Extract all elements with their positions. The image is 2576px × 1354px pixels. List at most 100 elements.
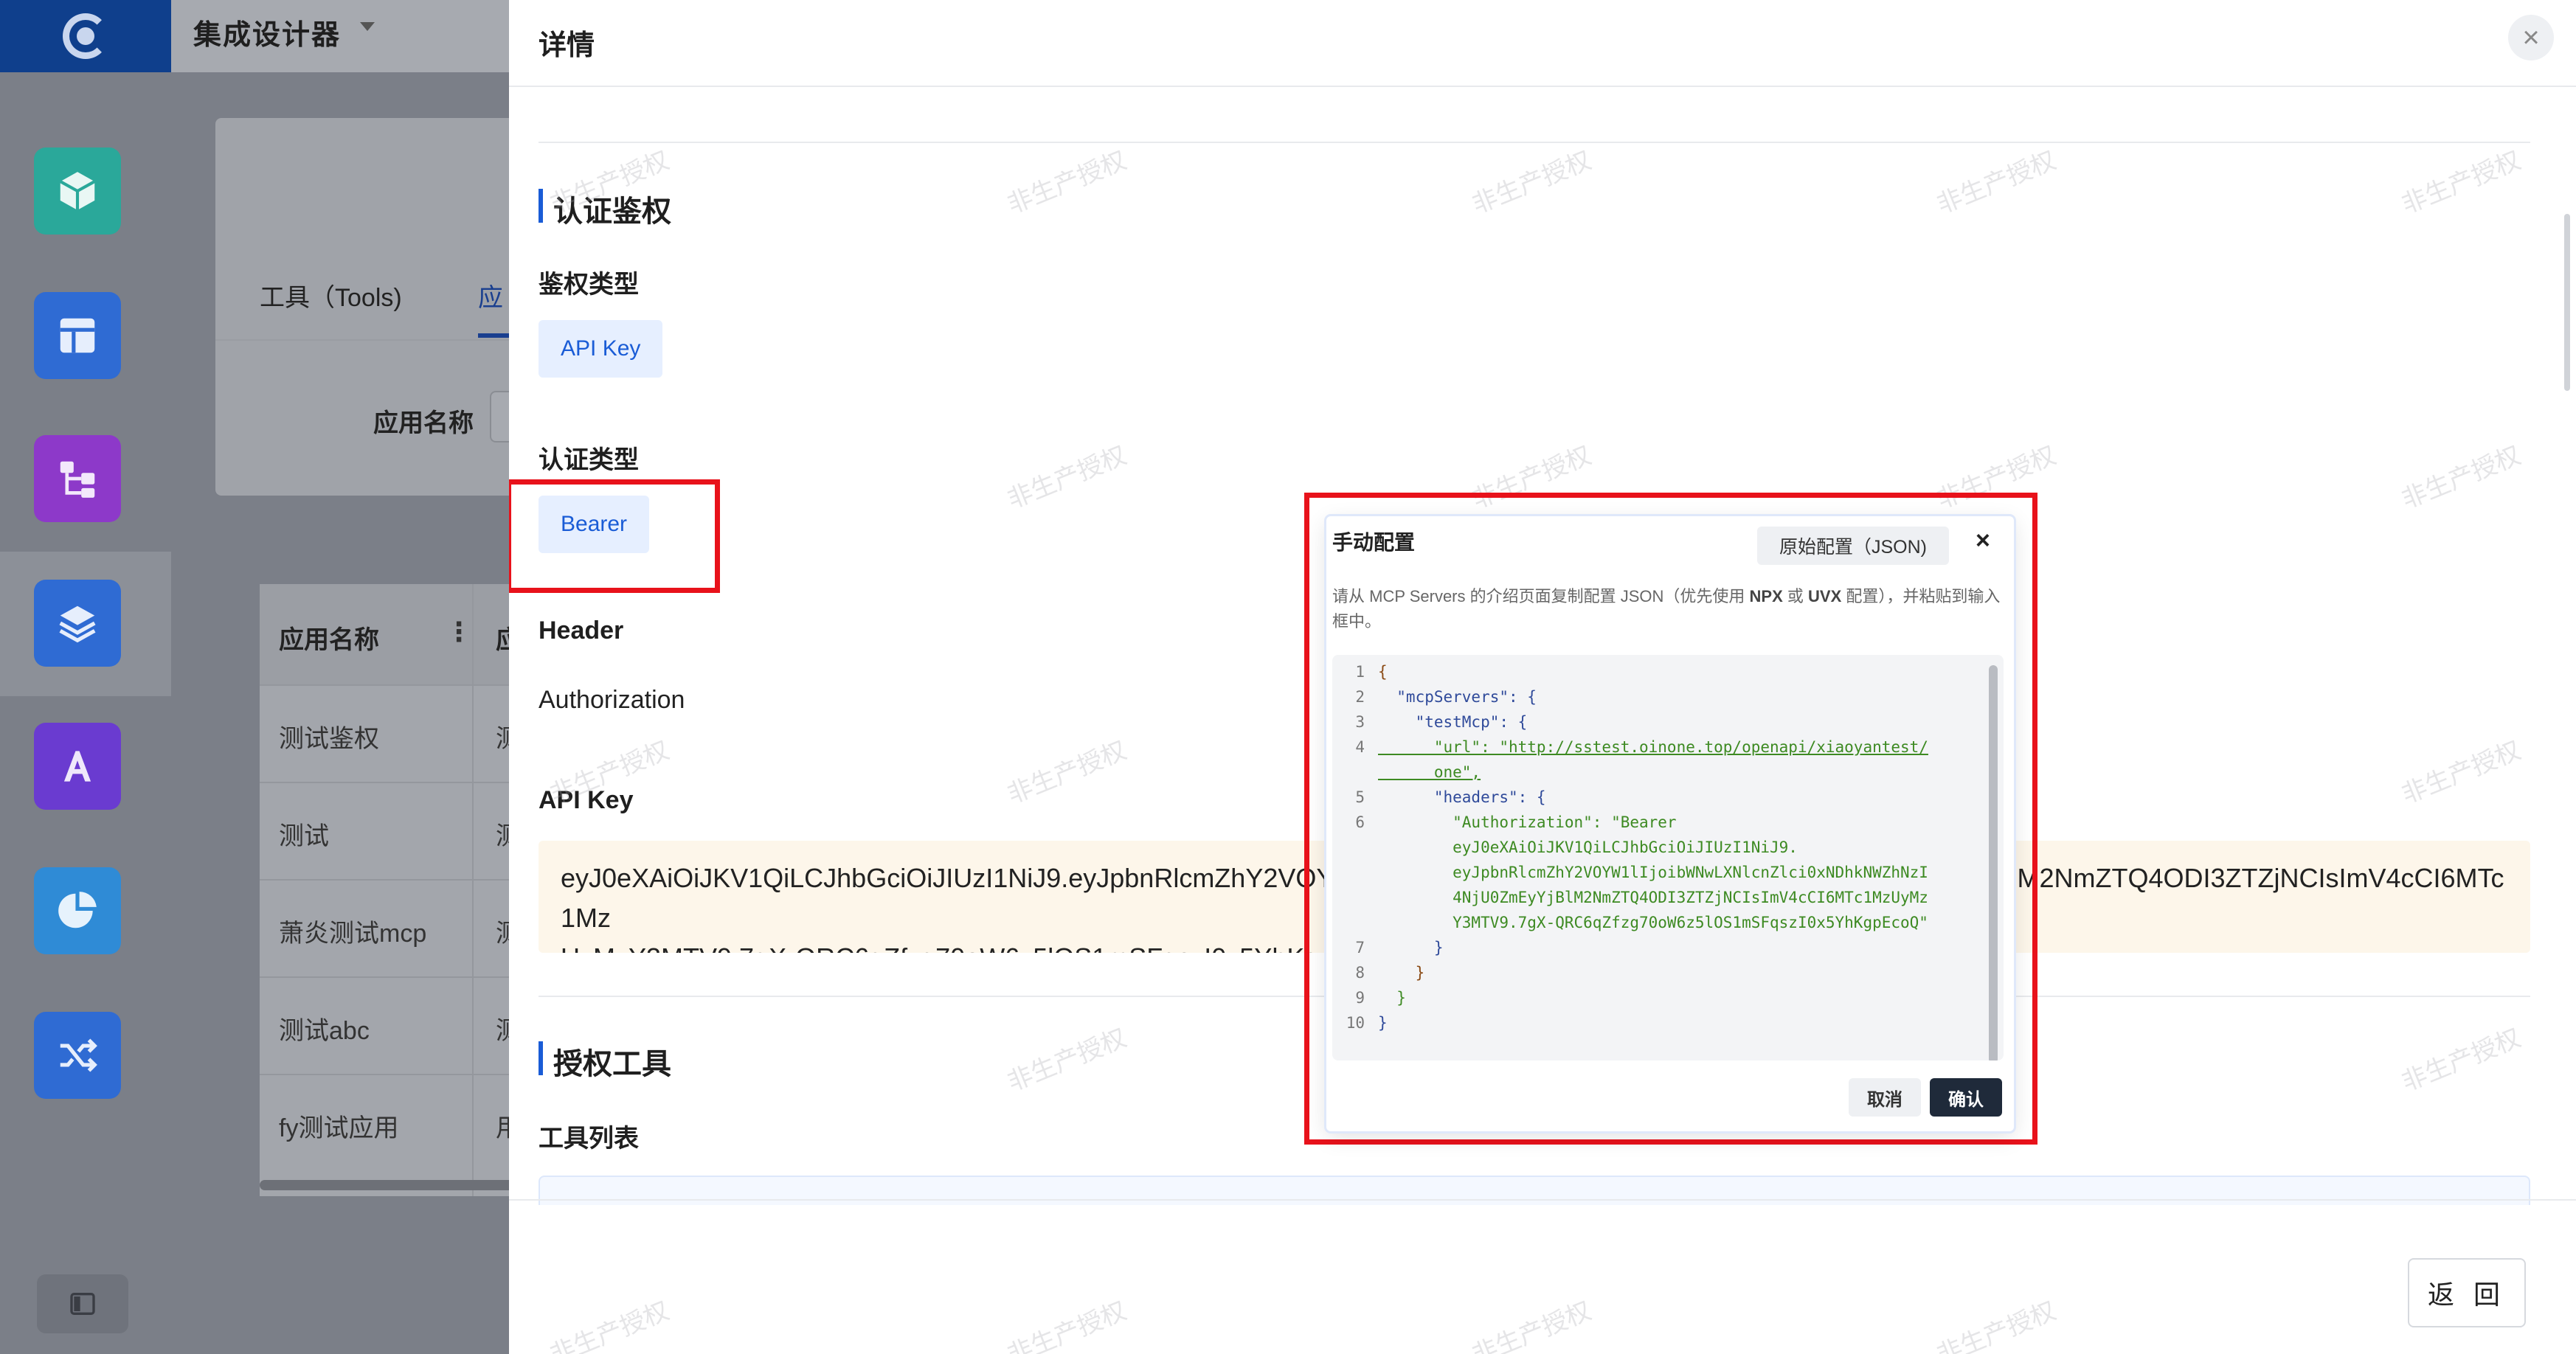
sidebar-collapse-button[interactable] — [37, 1274, 128, 1333]
column-divider — [472, 584, 474, 1196]
drawer-title: 详情 — [539, 30, 595, 61]
table-row[interactable]: 测试鉴权 测 — [260, 684, 525, 782]
manual-config-modal: 手动配置 原始配置（JSON) × 请从 MCP Servers 的介绍页面复制… — [1326, 516, 2014, 1131]
back-button[interactable]: 返 回 — [2408, 1258, 2526, 1327]
line-number: 1 — [1355, 663, 1365, 681]
confirm-button[interactable]: 确认 — [1930, 1078, 2002, 1117]
sidebar-item-ai[interactable] — [34, 723, 121, 810]
tab-apps[interactable]: 应 — [478, 277, 503, 313]
close-icon: × — [2522, 21, 2540, 54]
desc-uvx: UVX — [1808, 587, 1842, 605]
cert-type-label: 认证类型 — [539, 446, 639, 474]
divider — [215, 339, 525, 341]
code-scrollbar[interactable] — [1989, 665, 1998, 1060]
cancel-button[interactable]: 取消 — [1849, 1078, 1921, 1117]
code-text: one", — [1378, 763, 1481, 781]
sidebar-item-shuffle[interactable] — [34, 1012, 121, 1099]
app-logo[interactable] — [0, 0, 171, 72]
auth-type-tag: API Key — [539, 320, 663, 378]
watermark: 非生产授权 — [2397, 1024, 2525, 1097]
desc-prefix: 请从 MCP Servers 的介绍页面复制配置 JSON（优先使用 — [1332, 587, 1750, 605]
layout-icon — [60, 318, 95, 353]
cell-name: 测试 — [279, 822, 329, 850]
pie-chart-icon — [58, 892, 97, 928]
sidebar-item-cube[interactable] — [34, 147, 121, 235]
code-text: { — [1378, 663, 1388, 681]
filter-label: 应用名称 — [373, 409, 474, 437]
shuffle-icon — [60, 1038, 97, 1072]
tab-tools[interactable]: 工具（Tools) — [260, 277, 402, 313]
table-row[interactable]: fy测试应用 用 — [260, 1074, 525, 1171]
line-number: 6 — [1355, 813, 1365, 831]
column-header-name: 应用名称 — [279, 626, 379, 654]
desc-mid: 或 — [1782, 587, 1809, 605]
line-number: 9 — [1355, 989, 1365, 1007]
watermark: 非生产授权 — [1003, 146, 1131, 220]
watermark: 非生产授权 — [546, 1296, 674, 1354]
code-text: "headers": { — [1378, 788, 1546, 806]
watermark: 非生产授权 — [1003, 1024, 1131, 1097]
line-number: 5 — [1355, 788, 1365, 806]
code-text: eyJpbnRlcmZhY2VOYW1lIjoibWNwLXNlcnZlci0x… — [1378, 864, 1928, 881]
drawer-close-button[interactable]: × — [2508, 15, 2554, 60]
header-label: Header — [539, 617, 624, 645]
table-row[interactable]: 测试abc 测 — [260, 976, 525, 1074]
divider — [539, 142, 2530, 143]
auth-type-label: 鉴权类型 — [539, 271, 639, 299]
column-menu-icon[interactable]: ⋮ — [446, 617, 472, 648]
app-title[interactable]: 集成设计器 — [193, 12, 341, 52]
code-text: } — [1378, 989, 1406, 1007]
modal-title: 手动配置 — [1332, 531, 1416, 554]
code-text: "Authorization": "Bearer — [1378, 813, 1677, 831]
code-text: } — [1378, 964, 1425, 982]
watermark: 非生产授权 — [1003, 1296, 1131, 1354]
tools-table — [539, 1176, 2530, 1205]
drawer-header — [509, 0, 2576, 87]
section-accent-bar — [539, 189, 543, 223]
line-number: 8 — [1355, 964, 1365, 982]
table-row[interactable]: 萧炎测试mcp 测 — [260, 879, 525, 976]
table-scrollbar[interactable] — [260, 1180, 525, 1190]
watermark: 非生产授权 — [1003, 736, 1131, 810]
code-text: Y3MTV9.7gX-QRC6qZfzg70oW6z5lOS1mSFqszI0x… — [1378, 914, 1928, 931]
watermark: 非生产授权 — [1933, 146, 2060, 220]
cell-name: 萧炎测试mcp — [279, 920, 427, 948]
modal-close-icon[interactable]: × — [1976, 527, 1990, 555]
watermark: 非生产授权 — [1468, 146, 1596, 220]
line-number: 3 — [1355, 713, 1365, 731]
sidebar — [0, 0, 171, 1354]
layers-icon — [59, 605, 96, 643]
section-accent-bar — [539, 1041, 543, 1075]
chevron-down-icon[interactable] — [360, 22, 375, 31]
cube-icon — [59, 172, 96, 210]
watermark: 非生产授权 — [2397, 736, 2525, 810]
line-number: 10 — [1346, 1014, 1365, 1032]
sidebar-item-flow[interactable] — [34, 435, 121, 522]
watermark: 非生产授权 — [1003, 441, 1131, 515]
footer-divider — [509, 1199, 2576, 1201]
watermark: 非生产授权 — [1933, 1296, 2060, 1354]
desc-npx: NPX — [1749, 587, 1783, 605]
letter-a-icon — [63, 751, 91, 782]
watermark: 非生产授权 — [2397, 441, 2525, 515]
sidebar-item-layout[interactable] — [34, 292, 121, 379]
code-text: } — [1378, 939, 1444, 957]
cell-name: 测试鉴权 — [279, 725, 379, 753]
code-text: "url": "http://sstest.oinone.top/openapi… — [1378, 738, 1928, 756]
collapse-icon — [70, 1293, 95, 1315]
cell-name: 测试abc — [279, 1017, 370, 1045]
sidebar-item-chart[interactable] — [34, 867, 121, 954]
header-value: Authorization — [539, 686, 685, 714]
logo-icon — [63, 13, 108, 59]
json-code-editor[interactable]: 1 { 2 "mcpServers": { 3 "testMcp": { 4 "u… — [1332, 655, 2004, 1060]
line-number: 2 — [1355, 688, 1365, 706]
raw-config-button[interactable]: 原始配置（JSON) — [1757, 527, 1949, 565]
drawer-scrollbar[interactable] — [2564, 214, 2570, 391]
code-text: "mcpServers": { — [1378, 688, 1537, 706]
sidebar-item-layers[interactable] — [34, 580, 121, 667]
table-row[interactable]: 测试 测 — [260, 782, 525, 879]
section-title-tools: 授权工具 — [553, 1048, 671, 1080]
modal-description: 请从 MCP Servers 的介绍页面复制配置 JSON（优先使用 NPX 或… — [1332, 584, 2004, 634]
code-text: 4NjU0ZmEyYjBlM2NmZTQ4ODI3ZTZjNCIsImV4cCI… — [1378, 889, 1928, 906]
line-number: 4 — [1355, 738, 1365, 756]
